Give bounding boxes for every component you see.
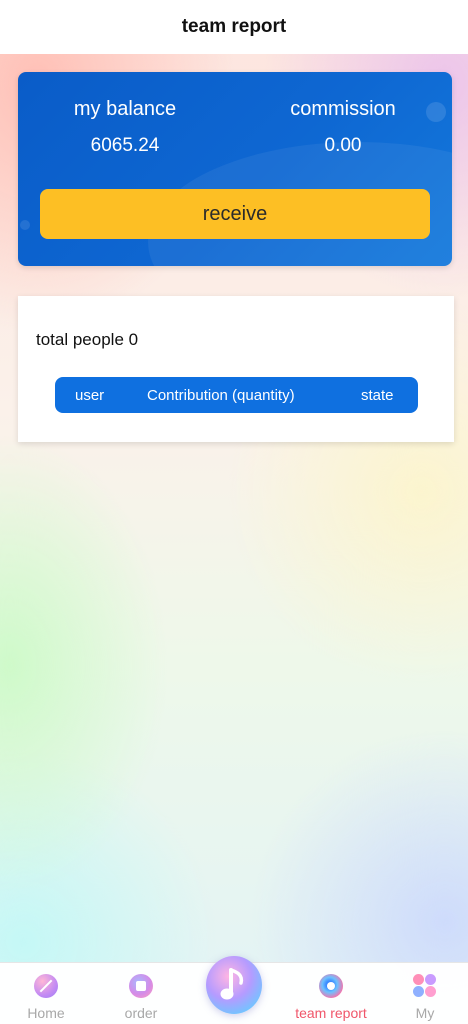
card-decoration — [20, 220, 30, 230]
nav-label-team-report: team report — [295, 1005, 367, 1021]
nav-label-home: Home — [27, 1005, 65, 1021]
balance-value: 6065.24 — [90, 135, 160, 156]
column-header-state: state — [361, 386, 394, 404]
music-note-icon — [220, 968, 244, 1000]
team-panel: total people 0 user Contribution (quanti… — [18, 296, 454, 442]
card-decoration — [426, 102, 446, 122]
top-header: team report — [0, 0, 468, 54]
balance-label: my balance — [73, 98, 177, 120]
balance-card: my balance 6065.24 commission 0.00 recei… — [18, 72, 452, 266]
home-icon — [34, 974, 58, 998]
team-report-icon — [319, 974, 343, 998]
nav-label-my: My — [415, 1005, 435, 1021]
commission-stat: commission 0.00 — [258, 96, 428, 159]
commission-label: commission — [290, 98, 396, 120]
order-icon — [129, 974, 153, 998]
nav-item-order[interactable]: order — [101, 963, 181, 1024]
nav-item-my[interactable]: My — [385, 963, 465, 1024]
center-music-button[interactable] — [206, 956, 262, 1014]
balance-stat: my balance 6065.24 — [40, 96, 210, 159]
receive-button[interactable]: receive — [40, 189, 430, 239]
total-people: total people 0 — [36, 330, 139, 349]
column-header-contribution: Contribution (quantity) — [147, 386, 295, 404]
page-title: team report — [181, 16, 287, 37]
nav-label-order: order — [124, 1005, 158, 1021]
nav-item-team-report[interactable]: team report — [290, 963, 372, 1024]
team-table-header: user Contribution (quantity) state — [55, 377, 418, 413]
column-header-user: user — [75, 386, 105, 404]
nav-item-home[interactable]: Home — [6, 963, 86, 1024]
commission-value: 0.00 — [324, 135, 362, 156]
my-icon — [413, 974, 437, 998]
